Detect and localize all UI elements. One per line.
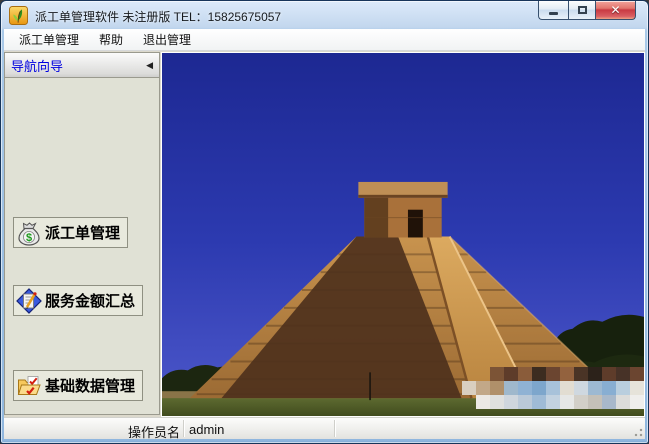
resize-grip[interactable] [631,425,643,437]
minimize-icon [549,12,558,15]
menu-item-exit[interactable]: 退出管理 [134,28,200,51]
maximize-button[interactable] [568,1,596,20]
sidebar-header: 导航向导 ◀ [4,52,160,78]
status-separator [183,420,184,437]
money-bag-icon: $ [16,220,42,246]
nav-button-label: 服务金额汇总 [45,290,135,311]
maximize-icon [578,6,587,14]
sidebar-panel: $ 派工单管理 服务金额汇总 [4,78,160,415]
menubar: 派工单管理 帮助 退出管理 [4,29,645,51]
nav-button-basic-data-management[interactable]: 基础数据管理 [13,370,143,401]
titlebar: 派工单管理软件 未注册版 TEL：15825675057 ✕ [1,1,648,29]
status-separator [334,420,335,437]
statusbar: 操作员名 admin [4,417,645,439]
app-window: 派工单管理软件 未注册版 TEL：15825675057 ✕ 派工单管理 帮助 … [0,0,649,444]
main-photo-chichen-itza [161,52,645,417]
close-icon: ✕ [610,3,620,17]
window-controls: ✕ [538,1,636,21]
menu-item-help[interactable]: 帮助 [90,28,132,51]
nav-button-service-amount-summary[interactable]: 服务金额汇总 [13,285,143,316]
window-title: 派工单管理软件 未注册版 TEL：15825675057 [35,8,281,25]
minimize-button[interactable] [538,1,568,20]
nav-button-label: 基础数据管理 [45,375,135,396]
leaf-app-icon [9,6,28,25]
nav-button-label: 派工单管理 [45,222,120,243]
sidebar-title: 导航向导 [11,56,63,75]
chevron-left-icon[interactable]: ◀ [146,60,153,71]
menu-item-dispatch[interactable]: 派工单管理 [10,28,88,51]
operator-label: 操作员名 [128,422,180,441]
close-button[interactable]: ✕ [596,1,636,20]
svg-text:$: $ [26,232,32,244]
service-summary-icon [16,288,42,314]
nav-button-dispatch-management[interactable]: $ 派工单管理 [13,217,128,248]
operator-value: admin [189,422,224,437]
folder-data-icon [16,373,42,399]
sidebar-nav: 导航向导 ◀ $ 派工单管理 [4,51,160,417]
client-area: 派工单管理 帮助 退出管理 导航向导 ◀ $ 派工单管理 [4,29,645,439]
